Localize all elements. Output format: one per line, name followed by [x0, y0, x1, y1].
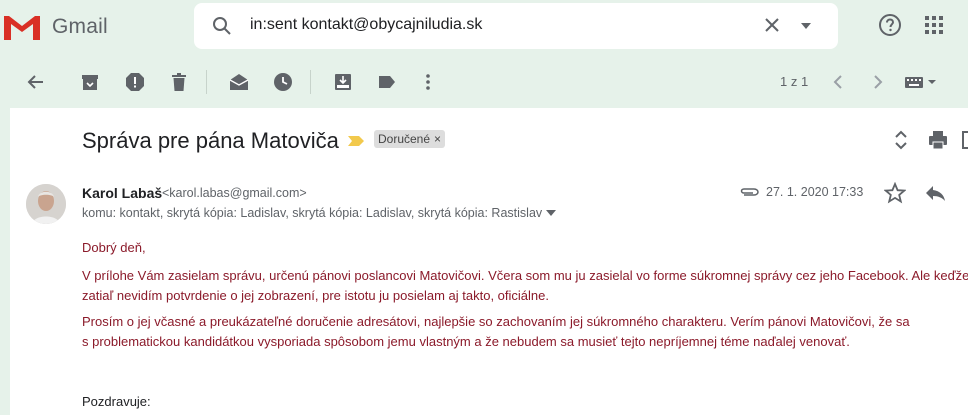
- toolbar-divider: [310, 70, 311, 94]
- print-icon[interactable]: [928, 130, 948, 150]
- snooze-clock-icon[interactable]: [273, 72, 293, 92]
- paragraph-1-line-1: V prílohe Vám zasielam správu, určenú pá…: [82, 268, 968, 283]
- paragraph-2-line-2: s problematickou kandidátkou vysporiada …: [82, 334, 850, 349]
- sender-photo: [26, 184, 66, 224]
- delete-icon[interactable]: [169, 72, 189, 92]
- move-to-inbox-icon[interactable]: [333, 72, 353, 92]
- message-view: Správa pre pána Matoviča Doručené × Karo…: [10, 108, 968, 415]
- search-icon[interactable]: [212, 16, 232, 36]
- recipients-line: komu: kontakt, skrytá kópia: Ladislav, s…: [82, 206, 557, 220]
- gmail-m-icon: [4, 16, 40, 40]
- clear-search-icon[interactable]: [762, 15, 782, 35]
- expand-all-icon[interactable]: [894, 130, 908, 150]
- gmail-logo-text: Gmail: [52, 15, 108, 38]
- inbox-label-chip: Doručené ×: [374, 130, 446, 148]
- email-paragraph-1: V prílohe Vám zasielam správu, určenú pá…: [82, 266, 968, 306]
- reply-icon[interactable]: [924, 184, 946, 202]
- email-closing: Pozdravuje:: [82, 394, 151, 409]
- label-icon[interactable]: [377, 72, 397, 92]
- paragraph-2-line-1: Prosím o jej včasné a preukázateľné doru…: [82, 314, 910, 329]
- label-chip-text: Doručené: [378, 132, 431, 146]
- sender-name[interactable]: Karol Labaš: [82, 185, 162, 201]
- sender-avatar: [26, 184, 66, 224]
- email-greeting: Dobrý deň,: [82, 240, 146, 255]
- open-in-new-window-icon[interactable]: [962, 130, 968, 150]
- message-date: 27. 1. 2020 17:33: [766, 185, 864, 199]
- pagination-count: 1 z 1: [780, 74, 809, 89]
- help-icon[interactable]: [878, 13, 902, 37]
- email-paragraph-2: Prosím o jej včasné a preukázateľné doru…: [82, 312, 968, 352]
- recipients-text: komu: kontakt, skrytá kópia: Ladislav, s…: [82, 206, 543, 220]
- input-tools-keyboard-icon[interactable]: [904, 72, 938, 92]
- app-header: Gmail in:sent kontakt@obycajniludia.sk: [0, 0, 968, 56]
- archive-icon[interactable]: [80, 72, 100, 92]
- older-chevron-right-icon[interactable]: [868, 72, 888, 92]
- sender-email: <karol.labas@gmail.com>: [162, 186, 307, 200]
- email-subject: Správa pre pána Matoviča: [82, 128, 339, 153]
- star-icon[interactable]: [884, 182, 906, 204]
- remove-label-icon[interactable]: ×: [434, 132, 441, 146]
- apps-grid-icon[interactable]: [924, 15, 944, 35]
- importance-marker-icon[interactable]: [347, 135, 365, 147]
- search-input[interactable]: in:sent kontakt@obycajniludia.sk: [250, 16, 482, 34]
- attachment-paperclip-icon: [740, 188, 759, 196]
- message-toolbar: 1 z 1: [0, 56, 968, 108]
- search-options-icon[interactable]: [800, 22, 812, 30]
- report-spam-icon[interactable]: [125, 72, 145, 92]
- more-options-icon[interactable]: [418, 72, 438, 92]
- back-arrow-icon[interactable]: [26, 72, 46, 92]
- gmail-logo[interactable]: Gmail: [0, 10, 110, 44]
- toolbar-divider: [206, 70, 207, 94]
- search-bar[interactable]: in:sent kontakt@obycajniludia.sk: [194, 3, 838, 49]
- show-details-chevron-icon[interactable]: [546, 210, 557, 216]
- newer-chevron-left-icon[interactable]: [828, 72, 848, 92]
- paragraph-1-line-2: zatiaľ nevidím potvrdenie o jej zobrazen…: [82, 288, 549, 303]
- mark-unread-icon[interactable]: [229, 72, 249, 92]
